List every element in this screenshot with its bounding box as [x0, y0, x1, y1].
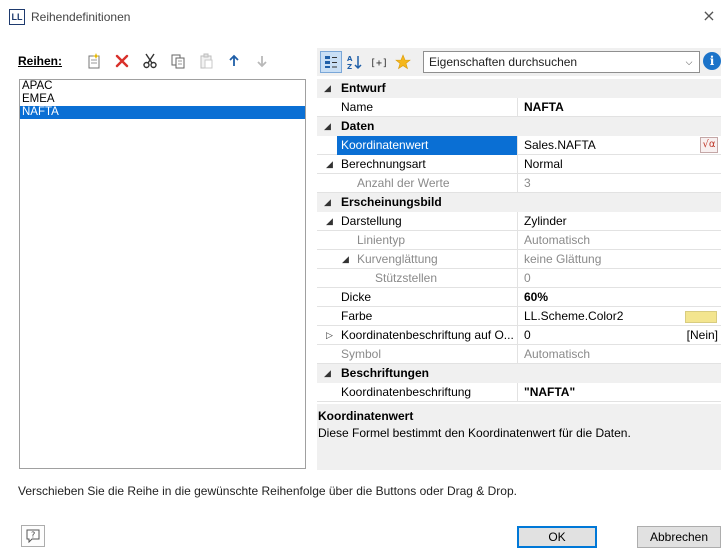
collapse-triangle-icon[interactable]: ◢ — [342, 250, 349, 269]
chevron-down-icon[interactable]: ⌵ — [681, 54, 697, 70]
collapse-triangle-icon[interactable]: ◢ — [326, 155, 333, 174]
cancel-button[interactable]: Abbrechen — [637, 526, 721, 548]
delete-button[interactable] — [108, 49, 136, 73]
collapse-triangle-icon[interactable]: ◢ — [324, 79, 331, 98]
series-list[interactable]: APAC EMEA NAFTA — [19, 79, 306, 469]
series-toolbar — [80, 48, 276, 74]
description-text: Diese Formel bestimmt den Koordinatenwer… — [318, 426, 631, 440]
reorder-hint: Verschieben Sie die Reihe in die gewünsc… — [18, 484, 517, 498]
property-search-box: ⌵ — [423, 51, 700, 73]
move-up-button[interactable] — [220, 49, 248, 73]
paste-button[interactable] — [192, 49, 220, 73]
collapse-triangle-icon[interactable]: ◢ — [324, 117, 331, 136]
color-swatch[interactable] — [685, 311, 717, 323]
sort-alphabetical-icon: AZ — [347, 55, 362, 70]
help-button[interactable]: ? — [21, 525, 45, 547]
property-row-dicke[interactable]: Dicke 60% — [317, 288, 721, 307]
favorites-button[interactable] — [392, 51, 414, 73]
property-row-koordinatenwert[interactable]: Koordinatenwert Sales.NAFTA √α — [317, 136, 721, 155]
property-description-panel: Koordinatenwert Diese Formel bestimmt de… — [317, 404, 721, 470]
collapse-triangle-icon[interactable]: ◢ — [324, 193, 331, 212]
star-icon — [395, 54, 411, 70]
property-row-darstellung[interactable]: ◢ Darstellung Zylinder — [317, 212, 721, 231]
series-label: Reihen: — [18, 54, 63, 68]
cut-button[interactable] — [136, 49, 164, 73]
series-item-nafta[interactable]: NAFTA — [20, 106, 305, 119]
svg-text:?: ? — [31, 531, 35, 540]
paste-icon — [200, 53, 213, 69]
delete-icon — [115, 54, 129, 68]
collapse-triangle-icon[interactable]: ◢ — [326, 212, 333, 231]
property-row-farbe[interactable]: Farbe LL.Scheme.Color2 — [317, 307, 721, 326]
help-icon: ? — [26, 529, 40, 543]
category-daten[interactable]: ◢ Daten — [317, 117, 721, 136]
property-row-symbol[interactable]: Symbol Automatisch — [317, 345, 721, 364]
svg-text:A: A — [347, 55, 353, 63]
new-series-button[interactable] — [80, 49, 108, 73]
ok-button[interactable]: OK — [517, 526, 597, 548]
property-row-anzahl-der-werte[interactable]: Anzahl der Werte 3 — [317, 174, 721, 193]
property-row-kurvenglaettung[interactable]: ◢ Kurvenglättung keine Glättung — [317, 250, 721, 269]
expand-triangle-icon[interactable]: ▷ — [326, 326, 333, 345]
property-row-name[interactable]: Name NAFTA — [317, 98, 721, 117]
copy-icon — [171, 54, 185, 69]
categorized-icon — [325, 56, 337, 68]
property-row-linientyp[interactable]: Linientyp Automatisch — [317, 231, 721, 250]
category-beschriftungen[interactable]: ◢ Beschriftungen — [317, 364, 721, 383]
move-up-icon — [229, 54, 239, 66]
info-button[interactable]: i — [703, 52, 721, 70]
boolean-tag: [Nein] — [686, 328, 718, 342]
copy-button[interactable] — [164, 49, 192, 73]
svg-text:[+]: [+] — [370, 58, 388, 69]
expand-all-icon: [+] — [370, 58, 388, 69]
property-search-input[interactable] — [424, 52, 674, 72]
alphabetical-view-button[interactable]: AZ — [344, 51, 366, 73]
series-item-apac[interactable]: APAC — [20, 80, 305, 93]
window-title: Reihendefinitionen — [31, 10, 131, 24]
property-row-stuetzstellen[interactable]: Stützstellen 0 — [317, 269, 721, 288]
category-entwurf[interactable]: ◢ Entwurf — [317, 79, 721, 98]
close-button[interactable]: × — [694, 2, 724, 30]
category-erscheinungsbild[interactable]: ◢ Erscheinungsbild — [317, 193, 721, 212]
series-item-emea[interactable]: EMEA — [20, 93, 305, 106]
svg-text:Z: Z — [347, 63, 352, 70]
formula-editor-button[interactable]: √α — [700, 137, 718, 153]
new-series-icon — [88, 53, 100, 69]
move-down-icon — [257, 56, 267, 68]
property-row-koordinatenbeschriftung-auf-o[interactable]: ▷ Koordinatenbeschriftung auf O... 0 [Ne… — [317, 326, 721, 345]
move-down-button[interactable] — [248, 49, 276, 73]
property-row-berechnungsart[interactable]: ◢ Berechnungsart Normal — [317, 155, 721, 174]
expand-all-button[interactable]: [+] — [368, 51, 390, 73]
app-icon: LL — [9, 9, 25, 25]
property-grid: ◢ Entwurf Name NAFTA ◢ Daten Koordinaten… — [317, 79, 721, 404]
collapse-triangle-icon[interactable]: ◢ — [324, 364, 331, 383]
property-row-koordinatenbeschriftung[interactable]: Koordinatenbeschriftung "NAFTA" — [317, 383, 721, 402]
description-title: Koordinatenwert — [318, 409, 414, 423]
categorized-view-button[interactable] — [320, 51, 342, 73]
cut-icon — [143, 53, 157, 69]
title-bar: LL Reihendefinitionen × — [0, 0, 726, 34]
